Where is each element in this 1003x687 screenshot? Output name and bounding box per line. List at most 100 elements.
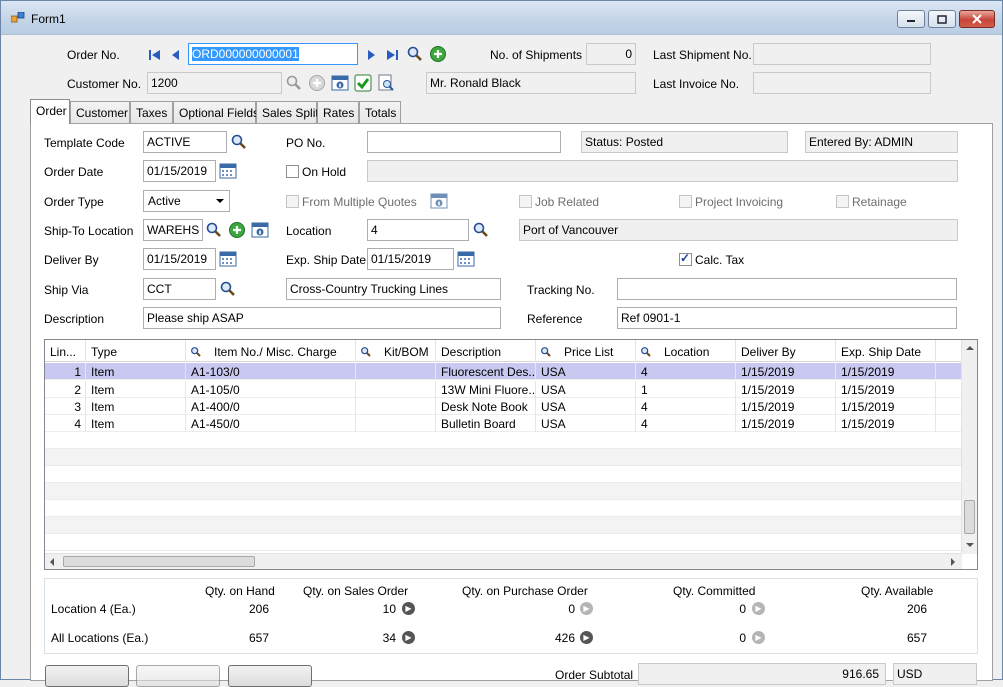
cell-description: Desk Note Book (436, 398, 536, 415)
qty-location-sales-order: 10 (382, 602, 396, 616)
calc-tax-checkbox[interactable] (679, 251, 692, 266)
exp-ship-calendar-icon[interactable] (457, 250, 475, 268)
table-row[interactable]: 3 Item A1-400/0 Desk Note Book USA 4 1/1… (45, 398, 962, 415)
last-record-icon[interactable] (383, 46, 401, 64)
close-button[interactable] (959, 10, 995, 28)
col-description[interactable]: Description (436, 340, 536, 362)
purchase-order-drilldown-icon[interactable]: ▶ (580, 602, 593, 615)
exp-ship-input[interactable]: 01/15/2019 (367, 248, 454, 270)
customer-no-label: Customer No. (67, 77, 142, 91)
app-icon (11, 12, 25, 23)
horizontal-scroll-thumb[interactable] (63, 556, 255, 567)
deliver-by-calendar-icon[interactable] (219, 250, 237, 268)
check-credit-icon[interactable] (354, 74, 372, 92)
sales-order-drilldown-icon[interactable]: ▶ (402, 602, 415, 615)
document-view-icon[interactable] (377, 74, 395, 92)
ship-to-add-icon[interactable] (228, 221, 246, 239)
tracking-input[interactable] (617, 278, 957, 300)
cell-description: 13W Mini Fluore... (436, 381, 536, 398)
col-exp-ship-date[interactable]: Exp. Ship Date (836, 340, 936, 362)
price-list-search-icon[interactable] (540, 346, 552, 358)
order-date-input[interactable]: 01/15/2019 (143, 160, 216, 182)
order-type-select[interactable]: Active (143, 190, 230, 212)
tab-rates[interactable]: Rates (317, 101, 359, 123)
job-related-checkbox[interactable] (519, 195, 532, 208)
ship-to-input[interactable]: WAREHS (143, 219, 203, 241)
minimize-button[interactable] (897, 10, 925, 28)
ship-to-info-icon[interactable] (251, 221, 269, 239)
ship-via-search-icon[interactable] (219, 280, 237, 298)
order-detail-grid[interactable]: Lin... Type Item No./ Misc. Charge Kit/B… (44, 339, 978, 570)
tab-optional-fields[interactable]: Optional Fields (173, 101, 259, 123)
ship-view-button[interactable] (228, 665, 312, 687)
scroll-right-icon[interactable] (950, 558, 956, 566)
add-new-icon[interactable] (429, 45, 447, 63)
item-taxes-button[interactable] (45, 665, 129, 687)
cell-item-no: A1-400/0 (186, 398, 356, 415)
grid-horizontal-scrollbar[interactable] (45, 553, 962, 569)
col-item-no[interactable]: Item No./ Misc. Charge (186, 340, 356, 362)
col-line[interactable]: Lin... (45, 340, 86, 362)
location-search-icon[interactable] (472, 221, 490, 239)
grid-header: Lin... Type Item No./ Misc. Charge Kit/B… (45, 340, 962, 362)
maximize-button[interactable] (928, 10, 956, 28)
empty-row (45, 432, 962, 449)
scroll-up-icon[interactable] (966, 345, 974, 351)
customer-info-icon[interactable] (331, 74, 349, 92)
tab-customer[interactable]: Customer (70, 101, 130, 123)
comments-button[interactable] (136, 665, 220, 687)
vertical-scroll-thumb[interactable] (964, 500, 975, 534)
from-multiple-quotes-checkbox[interactable] (286, 195, 299, 208)
location-input[interactable]: 4 (367, 219, 469, 241)
template-code-input[interactable]: ACTIVE (143, 131, 227, 153)
project-invoicing-checkbox[interactable] (679, 195, 692, 208)
tab-totals[interactable]: Totals (359, 101, 401, 123)
quotes-info-icon[interactable] (430, 192, 448, 210)
table-row[interactable]: 4 Item A1-450/0 Bulletin Board USA 4 1/1… (45, 415, 962, 432)
retainage-checkbox[interactable] (836, 195, 849, 208)
order-no-input[interactable]: ORD000000000001 (188, 43, 358, 65)
col-price-list[interactable]: Price List (536, 340, 636, 362)
col-deliver-by[interactable]: Deliver By (736, 340, 836, 362)
description-input[interactable]: Please ship ASAP (143, 307, 501, 329)
col-kit-bom[interactable]: Kit/BOM (356, 340, 436, 362)
tab-sales-split[interactable]: Sales Split (256, 101, 319, 123)
table-row[interactable]: 2 Item A1-105/0 13W Mini Fluore... USA 1… (45, 381, 962, 398)
reference-input[interactable]: Ref 0901-1 (617, 307, 957, 329)
ship-via-input[interactable]: CCT (143, 278, 216, 300)
exp-ship-label: Exp. Ship Date (286, 253, 367, 267)
col-location[interactable]: Location (636, 340, 736, 362)
last-shipment-label: Last Shipment No. (653, 48, 752, 62)
next-record-icon[interactable] (362, 46, 380, 64)
all-purchase-order-drilldown-icon[interactable]: ▶ (580, 631, 593, 644)
template-search-icon[interactable] (230, 133, 248, 151)
committed-drilldown-icon[interactable]: ▶ (752, 602, 765, 615)
table-row[interactable]: 1 Item A1-103/0 Fluorescent Des... USA 4… (45, 363, 962, 380)
customer-no-input[interactable]: 1200 (147, 72, 282, 94)
po-no-input[interactable] (367, 131, 561, 153)
scroll-left-icon[interactable] (49, 558, 55, 566)
ship-via-description[interactable]: Cross-Country Trucking Lines (286, 278, 501, 300)
calendar-icon[interactable] (219, 162, 237, 180)
all-sales-order-drilldown-icon[interactable]: ▶ (402, 631, 415, 644)
tab-taxes[interactable]: Taxes (130, 101, 173, 123)
ship-to-search-icon[interactable] (205, 221, 223, 239)
customer-search-icon[interactable] (285, 74, 303, 92)
on-hold-label: On Hold (302, 165, 347, 179)
col-type[interactable]: Type (86, 340, 186, 362)
kit-search-icon[interactable] (360, 346, 372, 358)
location-col-search-icon[interactable] (640, 346, 652, 358)
scroll-down-icon[interactable] (966, 542, 974, 548)
description-label: Description (44, 312, 105, 326)
search-icon[interactable] (406, 45, 424, 63)
on-hold-checkbox[interactable] (286, 165, 299, 178)
previous-record-icon[interactable] (167, 46, 185, 64)
all-committed-drilldown-icon[interactable]: ▶ (752, 631, 765, 644)
deliver-by-input[interactable]: 01/15/2019 (143, 248, 216, 270)
tab-order[interactable]: Order (30, 99, 70, 124)
ship-to-label: Ship-To Location (44, 224, 134, 238)
grid-vertical-scrollbar[interactable] (961, 340, 977, 554)
item-search-icon[interactable] (190, 346, 202, 358)
customer-add-icon[interactable] (308, 74, 326, 92)
first-record-icon[interactable] (146, 46, 164, 64)
